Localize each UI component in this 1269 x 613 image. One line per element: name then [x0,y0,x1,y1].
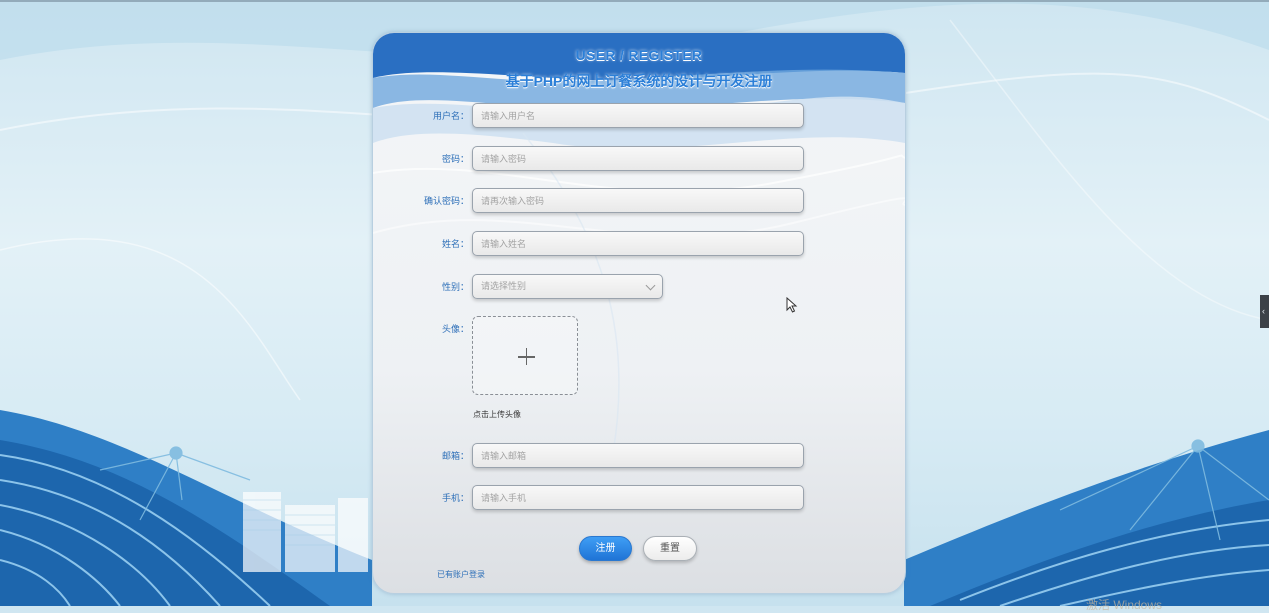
gender-placeholder: 请选择性别 [481,281,526,291]
email-row: 邮箱： [373,443,905,469]
username-row: 用户名： [373,103,905,129]
password-label: 密码： [442,152,469,165]
chevron-down-icon [646,281,656,291]
avatar-label: 头像： [442,322,469,335]
email-input[interactable] [472,443,804,468]
avatar-upload-hint: 点击上传头像 [473,409,521,420]
avatar-upload[interactable] [472,316,578,395]
avatar-row: 头像： [373,316,905,342]
plus-icon-vertical [526,348,528,365]
reset-button[interactable]: 重置 [643,536,697,561]
gender-label: 性别： [442,280,469,293]
gender-row: 性别： 请选择性别 [373,274,905,300]
login-link[interactable]: 已有账户登录 [437,569,485,580]
mouse-cursor-icon [786,297,798,313]
username-label: 用户名： [433,109,469,122]
title-english: USER / REGISTER [373,47,905,63]
os-watermark: 激活 Windows [1086,596,1162,613]
name-label: 姓名： [442,237,469,250]
confirm-password-row: 确认密码： [373,188,905,214]
register-card: USER / REGISTER 基于PHP的网上订餐系统的设计与开发注册 用户名… [372,32,906,594]
name-row: 姓名： [373,231,905,257]
password-row: 密码： [373,146,905,172]
phone-input[interactable] [472,485,804,510]
register-button[interactable]: 注册 [579,536,632,561]
gender-select[interactable]: 请选择性别 [472,274,663,299]
username-input[interactable] [472,103,804,128]
side-panel-tab[interactable]: ‹ [1260,295,1269,328]
title-chinese: 基于PHP的网上订餐系统的设计与开发注册 [373,71,905,91]
password-input[interactable] [472,146,804,171]
email-label: 邮箱： [442,449,469,462]
name-input[interactable] [472,231,804,256]
phone-row: 手机： [373,485,905,511]
phone-label: 手机： [442,491,469,504]
confirm-password-label: 确认密码： [424,194,469,207]
chevron-left-icon: ‹ [1262,306,1265,316]
confirm-password-input[interactable] [472,188,804,213]
